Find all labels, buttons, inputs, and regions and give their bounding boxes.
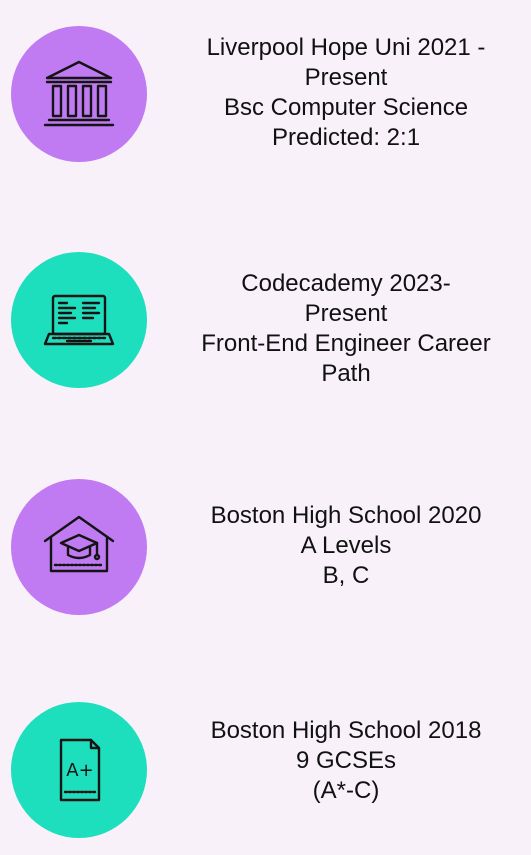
entry-line: Liverpool Hope Uni 2021 - — [206, 34, 486, 61]
entry-line: B, C — [322, 562, 370, 589]
entry-line: Boston High School 2018 — [210, 717, 482, 744]
icon-circle-a-levels — [11, 479, 147, 615]
school-graduation-cap-icon — [43, 515, 115, 573]
entry-line: 9 GCSEs — [295, 747, 397, 774]
entry-line: Front-End Engineer Career — [201, 330, 491, 357]
education-entry-codecademy: Codecademy 2023- Present Front-End Engin… — [0, 252, 531, 392]
entry-line: Codecademy 2023- — [241, 270, 451, 297]
education-entry-text: Boston High School 2018 9 GCSEs (A*-C) — [168, 716, 524, 806]
icon-circle-university — [11, 26, 147, 162]
education-entry-text: Boston High School 2020 A Levels B, C — [168, 501, 524, 591]
entry-line: Predicted: 2:1 — [271, 124, 421, 151]
laptop-icon — [43, 294, 115, 346]
entry-line: A Levels — [300, 532, 392, 559]
education-entry-text: Codecademy 2023- Present Front-End Engin… — [168, 269, 524, 389]
grade-text: A+ — [66, 760, 93, 781]
education-timeline: Liverpool Hope Uni 2021 - Present Bsc Co… — [0, 0, 531, 855]
grade-document-icon: A+ — [59, 738, 101, 802]
entry-line: Bsc Computer Science — [223, 94, 469, 121]
education-entry-gcses: A+ Boston High School 2018 9 GCSEs (A*-C… — [0, 702, 531, 842]
university-building-icon — [43, 60, 115, 127]
icon-circle-gcses: A+ — [11, 702, 147, 838]
education-entry-university: Liverpool Hope Uni 2021 - Present Bsc Co… — [0, 26, 531, 166]
entry-line: Present — [304, 300, 388, 327]
icon-circle-codecademy — [11, 252, 147, 388]
entry-line: (A*-C) — [312, 777, 380, 804]
education-entry-text: Liverpool Hope Uni 2021 - Present Bsc Co… — [168, 33, 524, 153]
entry-line: Present — [304, 64, 388, 91]
entry-line: Path — [321, 360, 371, 387]
education-entry-a-levels: Boston High School 2020 A Levels B, C — [0, 479, 531, 619]
entry-line: Boston High School 2020 — [210, 502, 482, 529]
